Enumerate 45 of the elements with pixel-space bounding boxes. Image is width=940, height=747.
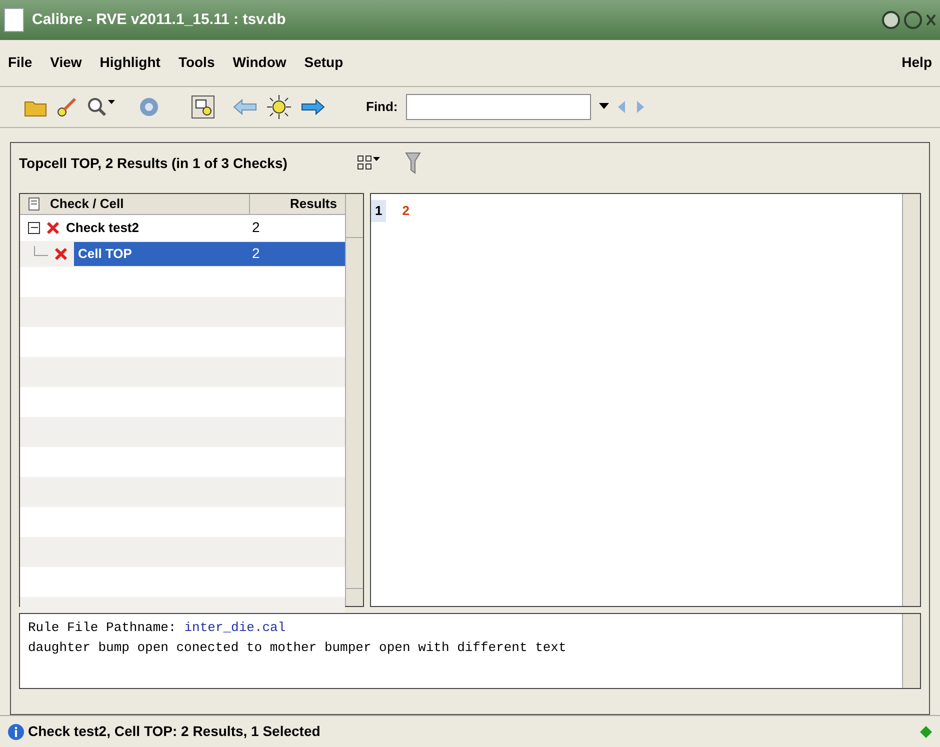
- find-label: Find:: [366, 98, 398, 116]
- brush-icon[interactable]: [56, 96, 78, 118]
- scrollbar[interactable]: [902, 194, 920, 606]
- grid-icon[interactable]: [357, 155, 382, 171]
- menu-item[interactable]: Window: [232, 52, 286, 72]
- maximize-icon[interactable]: [904, 11, 922, 29]
- menu-item[interactable]: File: [8, 52, 32, 72]
- results-cell: 2: [250, 242, 345, 266]
- column-label: Check / Cell: [50, 195, 124, 213]
- menu-item[interactable]: Setup: [304, 52, 344, 72]
- filter-icon[interactable]: [405, 152, 422, 174]
- error-icon: [46, 220, 60, 234]
- sun-icon[interactable]: [266, 94, 292, 120]
- menu-item[interactable]: Help: [902, 52, 932, 72]
- menu-item[interactable]: Highlight: [100, 52, 160, 72]
- dropdown-icon[interactable]: [598, 103, 609, 111]
- document-icon: [4, 8, 24, 32]
- error-icon: [54, 246, 68, 260]
- menu-item[interactable]: View: [50, 52, 82, 72]
- find-field[interactable]: [406, 94, 591, 120]
- status-text: Check test2, Cell TOP: 2 Results, 1 Selected: [28, 722, 320, 741]
- detail-message: daughter bump open conected to mother bumper open with different text: [28, 638, 568, 656]
- minimize-icon[interactable]: [882, 11, 900, 29]
- arrow-right-icon[interactable]: [300, 97, 326, 117]
- column-header[interactable]: Results: [250, 194, 345, 214]
- results-cell-text: 2: [251, 218, 261, 237]
- window-title: Calibre - RVE v2011.1_15.11 : tsv.db: [32, 10, 286, 30]
- detail-label: Rule File Pathname:: [28, 619, 176, 637]
- info-icon: [8, 724, 24, 740]
- file-link[interactable]: inter_die.cal: [184, 618, 286, 638]
- result-value[interactable]: 2: [402, 201, 410, 221]
- tree-item[interactable]: Check test2: [66, 218, 139, 238]
- zoom-icon[interactable]: [86, 96, 116, 118]
- column-icon: [28, 196, 42, 211]
- layout-icon[interactable]: [190, 94, 216, 120]
- scrollbar[interactable]: [902, 614, 920, 688]
- arrow-left-icon[interactable]: [232, 97, 258, 117]
- collapse-icon[interactable]: [28, 222, 40, 234]
- tree-item[interactable]: Cell TOP: [74, 242, 250, 266]
- scrollbar[interactable]: [345, 194, 363, 606]
- summary-text: Topcell TOP, 2 Results (in 1 of 3 Checks): [19, 154, 288, 173]
- column-header[interactable]: Check / Cell: [20, 194, 250, 214]
- diamond-icon: [920, 726, 932, 738]
- menu-item[interactable]: Tools: [178, 52, 215, 72]
- line-number: 1: [371, 200, 386, 222]
